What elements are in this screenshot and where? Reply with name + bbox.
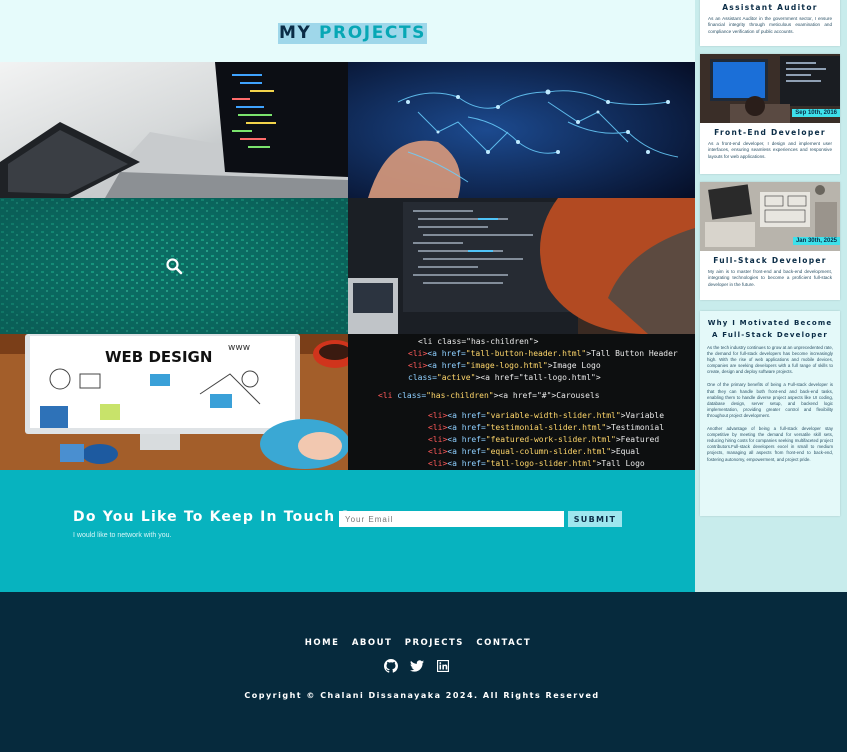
project-image-web-design: WEB DESIGN www (0, 334, 348, 470)
footer-nav: HOME ABOUT PROJECTS CONTACT (0, 632, 836, 650)
svg-text:<li><a href="featured-work-sli: <li><a href="featured-work-slider.html">… (428, 435, 659, 444)
motivation-text: As the tech industry continues to grow a… (700, 341, 840, 463)
project-image-developer-monitor (348, 198, 695, 334)
experience-card-frontend: Sep 10th, 2016 Front-End Developer As a … (700, 54, 840, 174)
experience-card-fullstack: Jan 30th, 2025 Full-Stack Developer My a… (700, 182, 840, 300)
projects-title: MY PROJECTS (278, 23, 428, 44)
card-image-frontend: Sep 10th, 2016 (700, 54, 840, 123)
card-title: Assistant Auditor (722, 3, 818, 12)
motivation-title-line1: Why I Motivated Become (707, 319, 833, 327)
svg-text:<li><a href="variable-width-sl: <li><a href="variable-width-slider.html"… (428, 411, 664, 420)
contact-subtitle: I would like to network with you. (73, 532, 172, 539)
card-text: As a front-end developer, I design and i… (708, 141, 832, 159)
svg-text:<li><a href="image-logo.html">: <li><a href="image-logo.html">Image Logo (408, 361, 601, 370)
footer: HOME ABOUT PROJECTS CONTACT Copyright © … (0, 592, 847, 752)
footer-link-home[interactable]: HOME (305, 638, 340, 648)
svg-text:<li class="has-children"><a hr: <li class="has-children"><a href="#">Car… (378, 391, 600, 400)
motivation-paragraph: Another advantage of being a full-stack … (707, 426, 833, 462)
card-title: Front-End Developer (714, 128, 826, 137)
motivation-title-line2: A Full-Stack Developer (711, 331, 829, 339)
motivation-card: Why I Motivated Become A Full-Stack Deve… (700, 311, 840, 516)
twitter-icon[interactable] (410, 659, 424, 673)
email-field[interactable] (339, 511, 564, 527)
svg-text:<li><a href="testimonial-slide: <li><a href="testimonial-slider.html">Te… (428, 423, 664, 432)
projects-title-prefix: MY (279, 23, 312, 43)
card-text: As an Assistant Auditor in the governmen… (708, 16, 832, 34)
linkedin-icon[interactable] (436, 659, 450, 673)
svg-text:www: www (228, 343, 250, 353)
project-tile-developer-monitor[interactable] (348, 198, 695, 334)
card-text: My aim is to master front-end and back-e… (708, 269, 832, 287)
submit-button[interactable]: SUBMIT (568, 511, 622, 527)
svg-text:<li class="has-children">: <li class="has-children"> (418, 337, 539, 346)
footer-link-about[interactable]: ABOUT (352, 638, 392, 648)
project-tile-web-design[interactable]: WEB DESIGN www (0, 334, 348, 470)
svg-text:class="active"><a href="tall-l: class="active"><a href="tall-logo.html"> (408, 373, 601, 382)
motivation-title: Why I Motivated Become A Full-Stack Deve… (700, 311, 840, 341)
svg-text:<li><a href="tall-logo-slider.: <li><a href="tall-logo-slider.html">Tall… (428, 459, 645, 468)
projects-header: MY PROJECTS (0, 0, 695, 62)
projects-grid: WEB DESIGN www <li class="has-children">… (0, 62, 695, 470)
main-content: MY PROJECTS WEB DESIGN www <li class="ha… (0, 0, 695, 592)
motivation-paragraph: One of the primary benefits of being a F… (707, 382, 833, 418)
footer-link-projects[interactable]: PROJECTS (405, 638, 464, 648)
motivation-paragraph: As the tech industry continues to grow a… (707, 345, 833, 375)
footer-link-contact[interactable]: CONTACT (476, 638, 531, 648)
contact-title: Do You Like To Keep In Touch ? (73, 509, 351, 525)
svg-text:WEB DESIGN: WEB DESIGN (105, 348, 212, 366)
project-image-html-code: <li class="has-children"> <li><a href="t… (348, 334, 695, 470)
projects-title-main: PROJECTS (318, 23, 427, 43)
github-icon[interactable] (384, 659, 398, 673)
card-image-fullstack: Jan 30th, 2025 (700, 182, 840, 251)
date-badge: Jan 30th, 2025 (792, 237, 840, 245)
experience-card-assistant-auditor: Assistant Auditor As an Assistant Audito… (700, 0, 840, 46)
date-badge: Sep 10th, 2016 (792, 109, 840, 117)
svg-text:<li><a href="equal-column-slid: <li><a href="equal-column-slider.html">E… (428, 447, 640, 456)
project-image-laptop-code (0, 62, 348, 198)
search-icon[interactable] (165, 257, 183, 275)
svg-text:<li><a href="tall-button-heade: <li><a href="tall-button-header.html">Ta… (408, 349, 678, 358)
copyright-text: Copyright © Chalani Dissanayaka 2024. Al… (244, 691, 600, 700)
card-title: Full-Stack Developer (713, 256, 827, 265)
project-tile-html-code[interactable]: <li class="has-children"> <li><a href="t… (348, 334, 695, 470)
sidebar: Assistant Auditor As an Assistant Audito… (695, 0, 847, 592)
project-image-world-network (348, 62, 695, 198)
project-tile-laptop-code[interactable] (0, 62, 348, 198)
project-tile-matrix-code[interactable] (0, 198, 348, 334)
social-links (384, 659, 454, 673)
project-tile-world-network[interactable] (348, 62, 695, 198)
contact-section: Do You Like To Keep In Touch ? I would l… (0, 470, 695, 592)
